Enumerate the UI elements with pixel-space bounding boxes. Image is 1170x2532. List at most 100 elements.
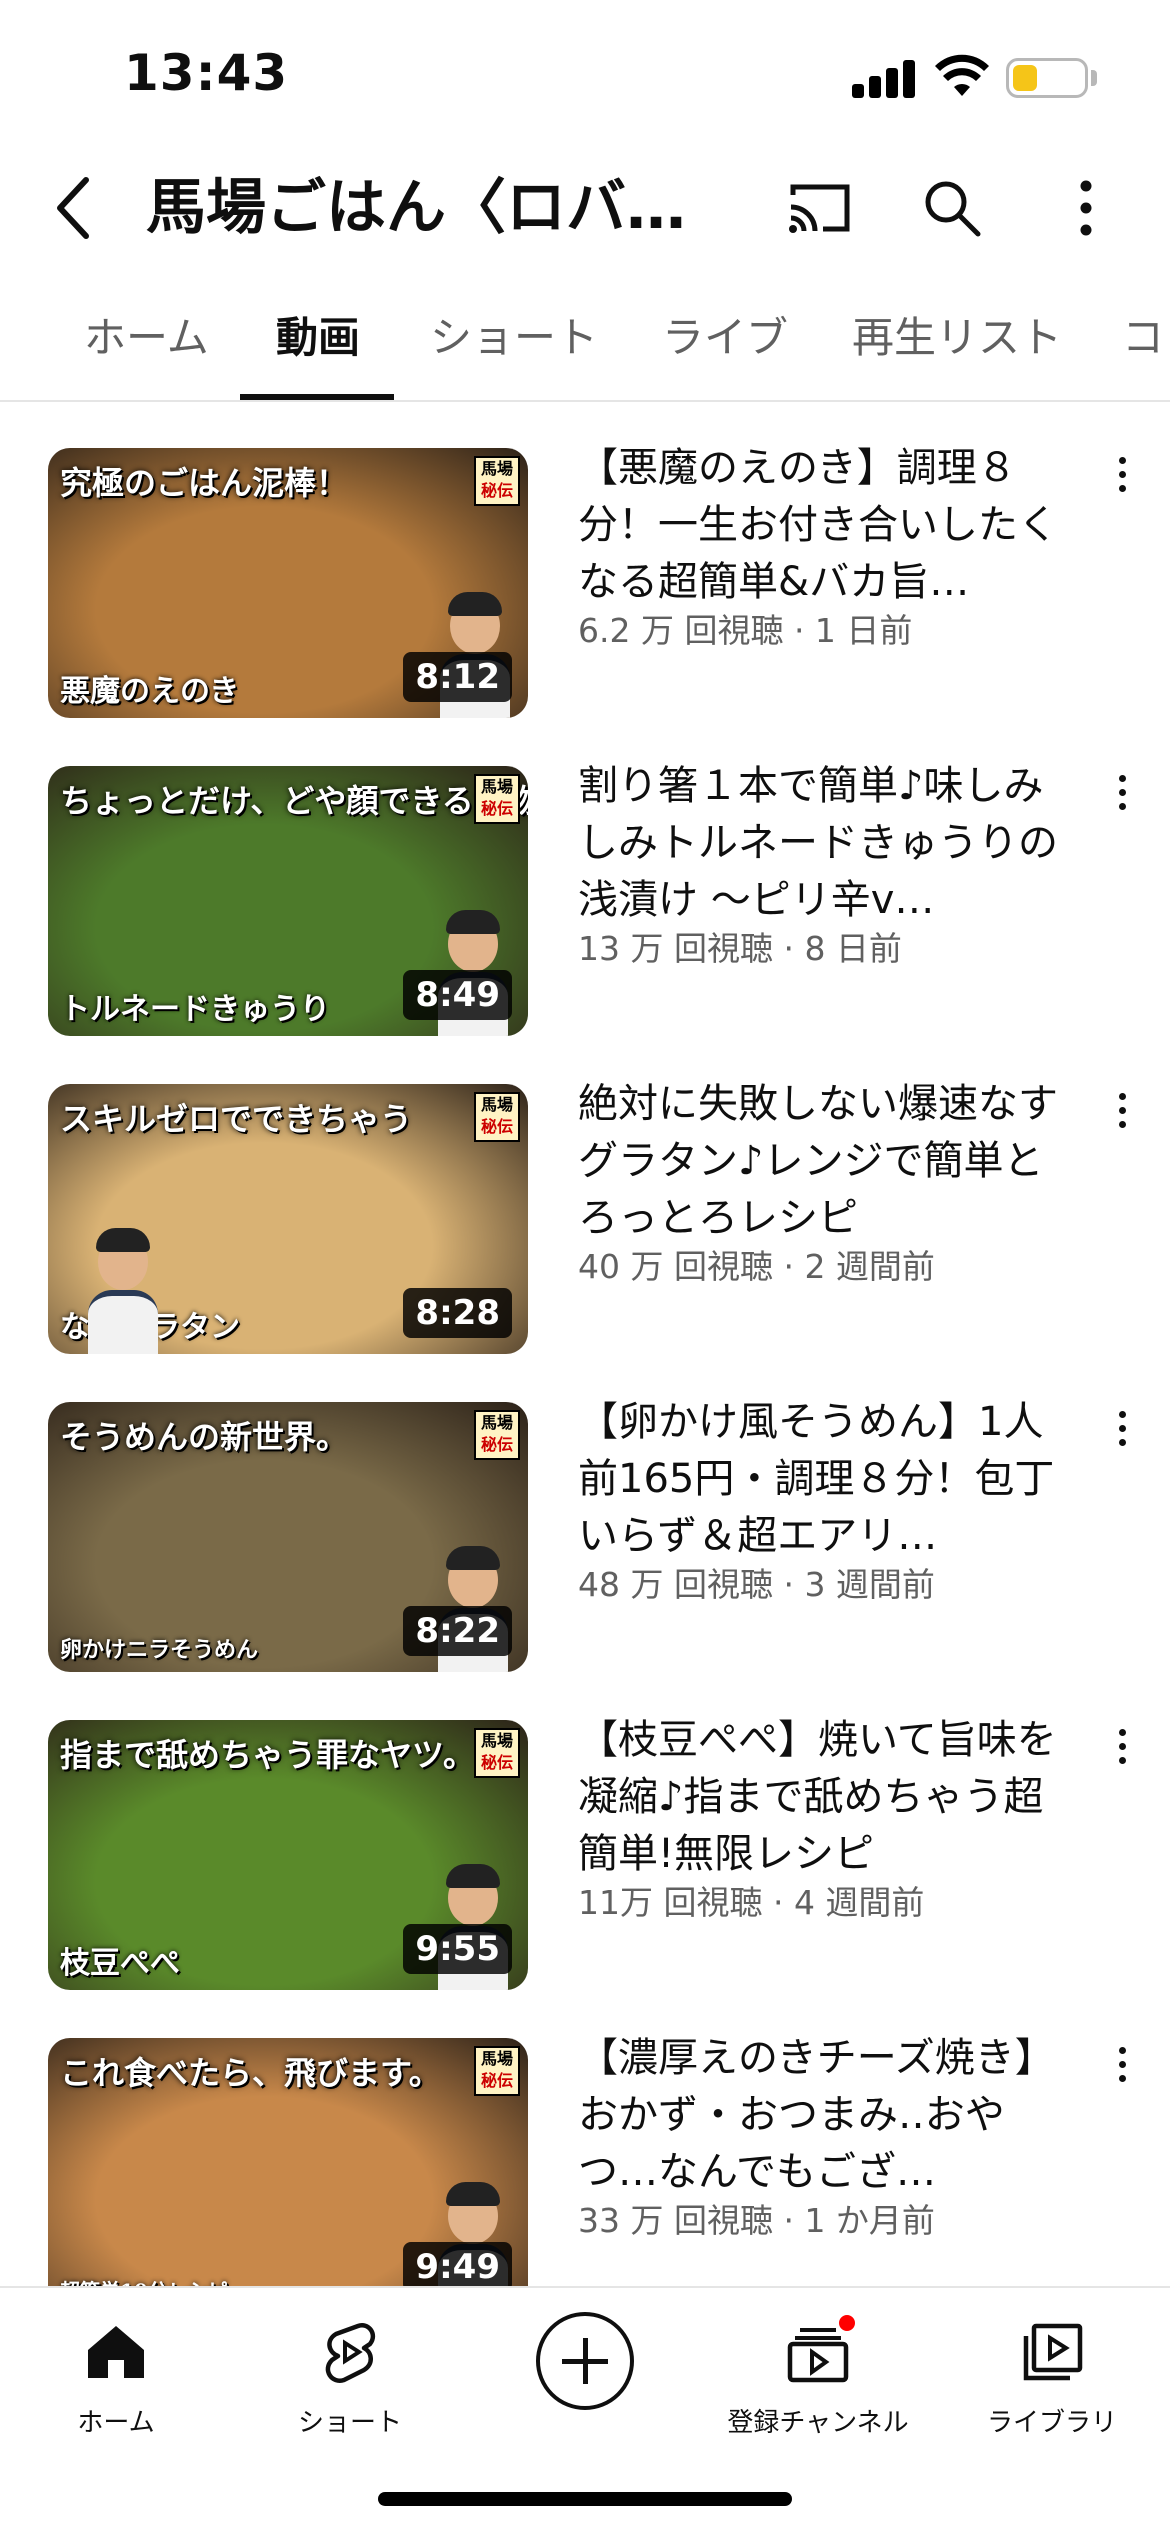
video-duration: 9:55 (403, 1924, 512, 1974)
video-more-button[interactable] (1096, 1716, 1148, 1776)
thumbnail-caption: スキルゼロでできちゃう (60, 1100, 413, 1138)
nav-label: ショート (297, 2408, 402, 2438)
chef-illustration (88, 1224, 158, 1354)
cast-button[interactable] (782, 170, 858, 246)
video-thumbnail[interactable]: 究極のごはん泥棒！ 馬場 秘伝 悪魔のえのき 8:12 (48, 448, 528, 718)
home-indicator[interactable] (378, 2492, 792, 2506)
thumbnail-caption: そうめんの新世界。 (60, 1418, 349, 1456)
screen: 13:43 馬場ごはん〈ロバ… ホーム 動画 ショート ライブ 再生リスト コ … (0, 0, 1170, 2532)
video-title[interactable]: 【悪魔のえのき】調理８分！一生お付き合いしたくなる超簡単&バカ旨… (578, 440, 1078, 611)
video-more-button[interactable] (1096, 1398, 1148, 1458)
badge-line: 秘伝 (480, 1117, 513, 1136)
nav-home[interactable]: ホーム (16, 2308, 216, 2458)
thumbnail-subtitle: 枝豆ぺぺ (60, 1946, 180, 1981)
video-metadata: 40 万 回視聴 · 2 週間前 (578, 1247, 935, 1286)
badge-line: 馬場 (480, 1095, 513, 1114)
search-button[interactable] (914, 170, 990, 246)
channel-badge: 馬場 秘伝 (474, 1092, 520, 1142)
battery-level (1013, 65, 1037, 91)
badge-line: 秘伝 (480, 481, 513, 500)
badge-line: 秘伝 (480, 1435, 513, 1454)
video-metadata: 48 万 回視聴 · 3 週間前 (578, 1565, 935, 1604)
video-duration: 9:49 (403, 2242, 512, 2286)
cellular-signal-icon (852, 58, 916, 98)
create-button[interactable] (536, 2312, 634, 2410)
nav-shorts[interactable]: ショート (250, 2308, 450, 2458)
cast-icon (789, 184, 850, 233)
active-tab-indicator (240, 394, 394, 400)
video-item[interactable]: そうめんの新世界。 馬場秘伝 卵かけニラそうめん 8:22 【卵かけ風そうめん】… (0, 1394, 1170, 1694)
nav-library[interactable]: ライブラリ (952, 2308, 1152, 2458)
thumbnail-caption: これ食べたら、飛びます。 (60, 2054, 441, 2092)
tab-videos[interactable]: 動画 (276, 290, 360, 400)
nav-label: 登録チャンネル (727, 2408, 909, 2438)
channel-tabs: ホーム 動画 ショート ライブ 再生リスト コミ (0, 290, 1170, 402)
more-vert-icon (1080, 180, 1092, 236)
library-icon (1023, 2323, 1083, 2381)
video-title[interactable]: 【枝豆ぺぺ】焼いて旨味を凝縮♪指まで舐めちゃう超簡単!無限レシピ (578, 1712, 1078, 1883)
badge-line: 馬場 (480, 777, 513, 796)
video-item[interactable]: 指まで舐めちゃう罪なヤツ。 馬場 秘伝 枝豆ぺぺ 9:55 【枝豆ぺぺ】焼いて旨味… (0, 1712, 1170, 2012)
video-item[interactable]: スキルゼロでできちゃう 馬場秘伝 なすグラタン 8:28 絶対に失敗しない爆速な… (0, 1076, 1170, 1376)
thumbnail-subtitle: 悪魔のえのき (60, 674, 240, 709)
thumbnail-caption: 指まで舐めちゃう罪なヤツ。 (60, 1736, 476, 1774)
video-more-button[interactable] (1096, 762, 1148, 822)
channel-badge: 馬場 秘伝 (474, 456, 520, 506)
video-more-button[interactable] (1096, 444, 1148, 504)
channel-badge: 馬場 秘伝 (474, 2046, 520, 2096)
nav-subscriptions[interactable]: 登録チャンネル (718, 2308, 918, 2458)
nav-label: ライブラリ (986, 2408, 1117, 2438)
video-item[interactable]: 究極のごはん泥棒！ 馬場 秘伝 悪魔のえのき 8:12 【悪魔のえのき】調理８分！… (0, 440, 1170, 740)
video-duration: 8:28 (403, 1288, 512, 1338)
video-title[interactable]: 割り箸１本で簡単♪味しみしみトルネードきゅうりの浅漬け ～ピリ辛v… (578, 758, 1078, 929)
thumbnail-subtitle: トルネードきゅうり (60, 992, 330, 1027)
video-thumbnail[interactable]: 指まで舐めちゃう罪なヤツ。 馬場 秘伝 枝豆ぺぺ 9:55 (48, 1720, 528, 1990)
channel-badge: 馬場 秘伝 (474, 774, 520, 824)
video-title[interactable]: 【濃厚えのきチーズ焼き】おかず・おつまみ‥おやつ…なんでもござ… (578, 2030, 1078, 2201)
video-thumbnail[interactable]: これ食べたら、飛びます。 馬場秘伝 超簡単10分レシピ 9:49 (48, 2038, 528, 2286)
battery-icon (1006, 58, 1088, 98)
video-title[interactable]: 【卵かけ風そうめん】1人前165円・調理８分！包丁いらず＆超エアリ… (578, 1394, 1078, 1565)
video-list: 究極のごはん泥棒！ 馬場 秘伝 悪魔のえのき 8:12 【悪魔のえのき】調理８分！… (0, 440, 1170, 2286)
video-duration: 8:49 (403, 970, 512, 1020)
back-button[interactable] (36, 168, 108, 248)
more-options-button[interactable] (1048, 170, 1124, 246)
home-icon (88, 2326, 144, 2378)
video-thumbnail[interactable]: スキルゼロでできちゃう 馬場秘伝 なすグラタン 8:28 (48, 1084, 528, 1354)
tab-playlists[interactable]: 再生リスト (852, 290, 1062, 400)
channel-badge: 馬場 秘伝 (474, 1410, 520, 1460)
search-icon (925, 181, 981, 237)
tab-community[interactable]: コミ (1122, 290, 1170, 400)
video-metadata: 11万 回視聴 · 4 週間前 (578, 1883, 925, 1922)
video-item[interactable]: これ食べたら、飛びます。 馬場秘伝 超簡単10分レシピ 9:49 【濃厚えのきチ… (0, 2030, 1170, 2286)
channel-badge: 馬場 秘伝 (474, 1728, 520, 1778)
tab-home[interactable]: ホーム (84, 290, 209, 400)
badge-line: 馬場 (480, 2049, 513, 2068)
badge-line: 馬場 (480, 1413, 513, 1432)
video-duration: 8:12 (403, 652, 512, 702)
video-item[interactable]: ちょっとだけ、どや顔できる漬物。 馬場秘伝 トルネードきゅうり 8:49 割り箸… (0, 758, 1170, 1058)
video-thumbnail[interactable]: ちょっとだけ、どや顔できる漬物。 馬場秘伝 トルネードきゅうり 8:49 (48, 766, 528, 1036)
channel-header: 馬場ごはん〈ロバ… (0, 150, 1170, 260)
tab-shorts[interactable]: ショート (430, 290, 598, 400)
nav-label: ホーム (77, 2408, 155, 2438)
battery-tip (1091, 70, 1097, 86)
status-bar: 13:43 (0, 0, 1170, 150)
badge-line: 秘伝 (480, 1753, 513, 1772)
shorts-icon (325, 2322, 376, 2383)
wifi-icon (935, 54, 989, 96)
video-title[interactable]: 絶対に失敗しない爆速なすグラタン♪レンジで簡単とろっとろレシピ (578, 1076, 1078, 1247)
video-more-button[interactable] (1096, 1080, 1148, 1140)
video-more-button[interactable] (1096, 2034, 1148, 2094)
back-icon (57, 177, 89, 239)
tab-live[interactable]: ライブ (662, 290, 788, 400)
video-metadata: 13 万 回視聴 · 8 日前 (578, 929, 902, 968)
thumbnail-subtitle: 超簡単10分レシピ (60, 2275, 228, 2286)
notification-dot (836, 2312, 858, 2334)
video-thumbnail[interactable]: そうめんの新世界。 馬場秘伝 卵かけニラそうめん 8:22 (48, 1402, 528, 1672)
badge-line: 秘伝 (480, 799, 513, 818)
badge-line: 馬場 (480, 459, 513, 478)
thumbnail-subtitle: 卵かけニラそうめん (60, 1637, 259, 1663)
video-duration: 8:22 (403, 1606, 512, 1656)
thumbnail-caption: ちょっとだけ、どや顔できる漬物。 (60, 782, 528, 820)
